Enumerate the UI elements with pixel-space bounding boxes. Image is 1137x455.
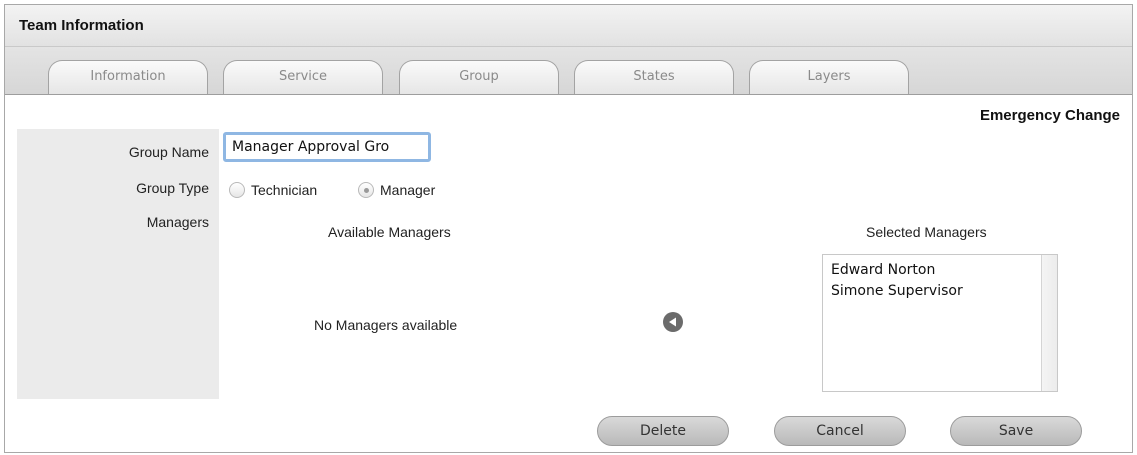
selected-managers-list[interactable]: Edward Norton Simone Supervisor bbox=[822, 254, 1058, 392]
group-name-input[interactable] bbox=[223, 132, 431, 162]
team-information-panel: Team Information Information Service Gro… bbox=[4, 4, 1133, 453]
tab-information[interactable]: Information bbox=[48, 60, 208, 94]
managers-label: Managers bbox=[146, 214, 209, 230]
cancel-button[interactable]: Cancel bbox=[774, 416, 906, 446]
list-item[interactable]: Simone Supervisor bbox=[831, 281, 1033, 302]
section-title: Emergency Change bbox=[979, 107, 1120, 124]
radio-technician[interactable]: Technician bbox=[229, 180, 317, 200]
available-managers-empty: No Managers available bbox=[314, 317, 458, 333]
label-column: Group Name Group Type Managers bbox=[17, 129, 219, 399]
list-scrollbar[interactable] bbox=[1041, 255, 1057, 391]
delete-button[interactable]: Delete bbox=[597, 416, 729, 446]
radio-manager-button[interactable] bbox=[358, 182, 374, 198]
group-form: Emergency Change Group Name Group Type M… bbox=[5, 96, 1132, 452]
available-managers-header: Available Managers bbox=[328, 224, 451, 240]
group-name-label: Group Name bbox=[128, 144, 209, 160]
group-type-label: Group Type bbox=[136, 180, 209, 196]
title-bar: Team Information bbox=[5, 5, 1132, 47]
panel-title: Team Information bbox=[19, 17, 144, 34]
tab-strip: Information Service Group States Layers bbox=[5, 47, 1132, 95]
arrow-left-icon bbox=[669, 317, 676, 327]
selected-managers-header: Selected Managers bbox=[866, 224, 987, 240]
tab-group[interactable]: Group bbox=[399, 60, 559, 94]
radio-manager[interactable]: Manager bbox=[358, 180, 435, 200]
save-button[interactable]: Save bbox=[950, 416, 1082, 446]
move-left-button[interactable] bbox=[663, 312, 683, 332]
list-item[interactable]: Edward Norton bbox=[831, 260, 1033, 281]
radio-manager-label: Manager bbox=[380, 182, 436, 198]
tab-states[interactable]: States bbox=[574, 60, 734, 94]
tab-service[interactable]: Service bbox=[223, 60, 383, 94]
radio-technician-button[interactable] bbox=[229, 182, 245, 198]
tab-layers[interactable]: Layers bbox=[749, 60, 909, 94]
radio-technician-label: Technician bbox=[251, 182, 318, 198]
